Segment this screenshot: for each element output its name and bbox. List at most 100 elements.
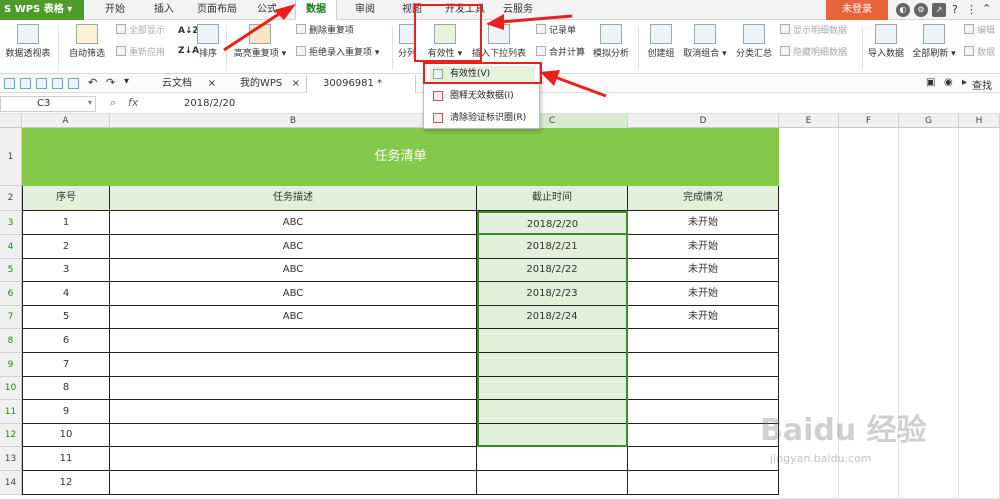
file-tab-active[interactable]: 30096981 * [306, 75, 416, 93]
table-cell[interactable]: 1 [22, 211, 110, 235]
table-cell[interactable]: 未开始 [628, 235, 779, 259]
col-header-g[interactable]: G [899, 114, 959, 128]
menu-item-clear-circles[interactable]: 清除验证标识圈(R) [430, 110, 535, 126]
table-cell[interactable]: ABC [110, 282, 477, 306]
table-cell[interactable] [110, 329, 477, 353]
help-icon[interactable]: ? [952, 3, 958, 16]
table-cell[interactable]: 未开始 [628, 211, 779, 235]
table-cell[interactable]: 6 [22, 329, 110, 353]
print-preview-icon[interactable] [68, 78, 79, 89]
table-cell[interactable] [110, 400, 477, 424]
table-cell[interactable]: 4 [22, 282, 110, 306]
row-header[interactable]: 13 [0, 447, 22, 471]
table-cell[interactable]: 7 [22, 353, 110, 377]
show-detail-button[interactable]: 显示明细数据 [780, 24, 847, 38]
row-header[interactable]: 1 [0, 128, 22, 186]
share-icon[interactable]: ↗ [932, 3, 946, 17]
header-cell[interactable]: 完成情况 [628, 186, 779, 211]
import-data-button[interactable]: 导入数据 [866, 24, 906, 59]
more-icon[interactable]: ⋮ [966, 3, 977, 16]
row-header[interactable]: 3 [0, 211, 22, 235]
table-cell[interactable]: 未开始 [628, 259, 779, 282]
table-cell[interactable] [110, 471, 477, 495]
table-cell[interactable]: 2 [22, 235, 110, 259]
table-cell[interactable] [110, 377, 477, 400]
row-header[interactable]: 14 [0, 471, 22, 495]
table-cell[interactable]: 8 [22, 377, 110, 400]
file-tab-cloud-docs[interactable]: 云文档 × [146, 75, 220, 93]
table-cell[interactable]: 2018/2/21 [477, 235, 628, 259]
reapply-button[interactable]: 重新应用 [116, 46, 165, 60]
sheet-title[interactable]: 任务清单 [22, 128, 779, 186]
table-cell[interactable]: ABC [110, 211, 477, 235]
table-cell[interactable]: 9 [22, 400, 110, 424]
active-cell[interactable]: 2018/2/20 [477, 211, 628, 235]
row-header[interactable]: 7 [0, 306, 22, 329]
select-all-corner[interactable] [0, 114, 22, 128]
table-cell[interactable]: 5 [22, 306, 110, 329]
undo-icon[interactable]: ↶ [88, 76, 97, 89]
formula-input[interactable]: 2018/2/20 [184, 96, 235, 112]
table-cell[interactable] [628, 471, 779, 495]
header-cell[interactable]: 任务描述 [110, 186, 477, 211]
data-button[interactable]: 数据 [964, 46, 995, 60]
skin-icon[interactable]: ◐ [896, 3, 910, 17]
table-cell[interactable] [477, 400, 628, 424]
reject-duplicates-button[interactable]: 拒绝录入重复项 ▾ [296, 46, 379, 60]
header-cell[interactable]: 截止时间 [477, 186, 628, 211]
menu-item-circle-invalid[interactable]: 圈释无效数据(I) [430, 88, 535, 104]
row-header[interactable]: 12 [0, 424, 22, 447]
tab-home[interactable]: 开始 [98, 0, 132, 20]
table-cell[interactable] [477, 471, 628, 495]
row-header[interactable]: 2 [0, 186, 22, 211]
file-tab-my-wps[interactable]: 我的WPS × [224, 75, 304, 93]
table-cell[interactable]: 10 [22, 424, 110, 447]
fx-icon[interactable]: fx [128, 96, 138, 109]
customize-qa-icon[interactable]: ▾ [124, 76, 129, 87]
tab-data[interactable]: 数据 [295, 0, 337, 21]
sort-button[interactable]: 排序 [194, 24, 222, 59]
row-header[interactable]: 6 [0, 282, 22, 306]
tab-insert[interactable]: 插入 [147, 0, 181, 20]
skin-toggle-icon[interactable]: ◉ [944, 77, 953, 88]
table-cell[interactable] [628, 424, 779, 447]
tab-review[interactable]: 审阅 [350, 0, 380, 20]
create-group-button[interactable]: 创建组 [644, 24, 678, 59]
col-header-a[interactable]: A [22, 114, 110, 128]
search-icon[interactable]: ▸ [962, 77, 967, 88]
table-cell[interactable] [628, 400, 779, 424]
refresh-all-button[interactable]: 全部刷新 ▾ [910, 24, 958, 59]
table-cell[interactable] [477, 377, 628, 400]
table-cell[interactable]: 12 [22, 471, 110, 495]
tab-formula[interactable]: 公式 [252, 0, 282, 20]
collapse-ribbon-icon[interactable]: ⌃ [982, 2, 991, 15]
table-cell[interactable] [110, 447, 477, 471]
table-cell[interactable] [477, 353, 628, 377]
table-cell[interactable] [477, 329, 628, 353]
redo-icon[interactable]: ↷ [106, 76, 115, 89]
col-header-b[interactable]: B [110, 114, 477, 128]
table-cell[interactable]: 未开始 [628, 306, 779, 329]
row-header[interactable]: 10 [0, 377, 22, 400]
tab-cloud[interactable]: 云服务 [498, 0, 538, 20]
table-cell[interactable] [628, 353, 779, 377]
print-icon[interactable] [52, 78, 63, 89]
table-cell[interactable]: 3 [22, 259, 110, 282]
table-cell[interactable]: 11 [22, 447, 110, 471]
settings-icon[interactable]: ⚙ [914, 3, 928, 17]
close-tab-icon[interactable]: × [208, 75, 216, 93]
open-folder-icon[interactable] [20, 78, 31, 89]
table-cell[interactable]: ABC [110, 235, 477, 259]
tab-page-layout[interactable]: 页面布局 [192, 0, 242, 20]
col-header-e[interactable]: E [779, 114, 839, 128]
row-header[interactable]: 11 [0, 400, 22, 424]
highlight-duplicates-button[interactable]: 高亮重复项 ▾ [230, 24, 290, 59]
name-box[interactable]: C3 [0, 96, 96, 112]
subtotal-button[interactable]: 分类汇总 [732, 24, 776, 59]
table-cell[interactable] [110, 424, 477, 447]
what-if-analysis-button[interactable]: 模拟分析 [590, 24, 632, 59]
table-cell[interactable]: 2018/2/23 [477, 282, 628, 306]
search-box[interactable]: 查找 [972, 77, 992, 92]
row-header[interactable]: 8 [0, 329, 22, 353]
autofilter-button[interactable]: 自动筛选 [64, 24, 110, 59]
